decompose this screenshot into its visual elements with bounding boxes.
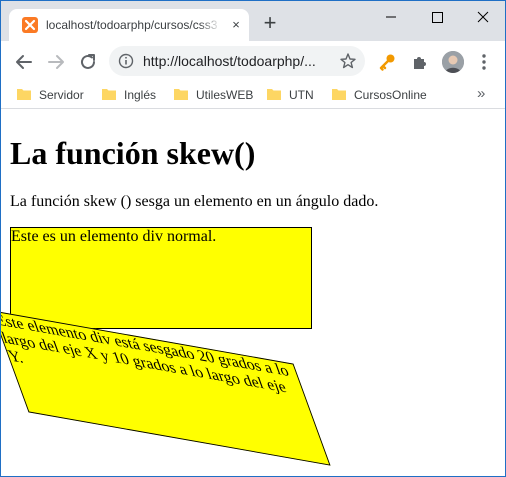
star-icon[interactable] xyxy=(339,52,357,70)
folder-icon xyxy=(102,89,116,100)
close-window-button[interactable] xyxy=(461,3,505,31)
page-content: La función skew() La función skew () ses… xyxy=(1,110,505,476)
bookmark-label: CursosOnline xyxy=(354,88,427,102)
intro-paragraph: La función skew () sesga un elemento en … xyxy=(10,193,379,210)
skewed-div: Este elemento div está sesgado 20 grados… xyxy=(1,310,331,466)
browser-tab[interactable]: localhost/todoarphp/cursos/css3 × xyxy=(9,9,249,41)
bookmark-label: Inglés xyxy=(124,88,157,102)
bookmark-label: UtilesWEB xyxy=(196,88,254,102)
bookmarks-bar: Servidor Inglés UtilesWEB UTN CursosOnli… xyxy=(1,81,505,109)
xampp-icon xyxy=(22,17,38,33)
bookmarks-overflow-button[interactable]: » xyxy=(477,84,491,104)
tab-title-fade xyxy=(199,15,221,35)
folder-icon xyxy=(174,89,188,100)
page-title: La función skew() xyxy=(10,135,256,171)
forward-arrow-icon[interactable] xyxy=(45,51,67,73)
back-arrow-icon[interactable] xyxy=(13,51,35,73)
puzzle-icon[interactable] xyxy=(410,52,430,72)
minimize-button[interactable] xyxy=(369,3,413,31)
folder-icon xyxy=(267,89,281,100)
tab-title: localhost/todoarphp/cursos/css3 xyxy=(46,18,218,32)
new-tab-button[interactable]: + xyxy=(259,12,281,35)
maximize-button[interactable] xyxy=(415,3,459,31)
bookmark-label: UTN xyxy=(289,88,314,102)
title-bar: localhost/todoarphp/cursos/css3 × + xyxy=(1,1,505,41)
reload-icon[interactable] xyxy=(77,51,99,73)
avatar[interactable] xyxy=(442,51,464,73)
address-bar[interactable]: http://localhost/todoarphp/... xyxy=(109,46,365,76)
tab-close-icon[interactable]: × xyxy=(228,17,244,33)
normal-div: Este es un elemento div normal. xyxy=(10,227,312,329)
browser-window: localhost/todoarphp/cursos/css3 × + http… xyxy=(0,0,506,477)
key-icon[interactable] xyxy=(377,52,397,72)
folder-icon xyxy=(332,89,346,100)
folder-icon xyxy=(17,89,31,100)
info-icon[interactable] xyxy=(118,53,134,69)
three-dots-icon[interactable] xyxy=(477,51,491,73)
browser-toolbar: http://localhost/todoarphp/... xyxy=(1,41,505,81)
bookmark-label: Servidor xyxy=(39,88,84,102)
url-text[interactable]: http://localhost/todoarphp/... xyxy=(143,52,328,70)
